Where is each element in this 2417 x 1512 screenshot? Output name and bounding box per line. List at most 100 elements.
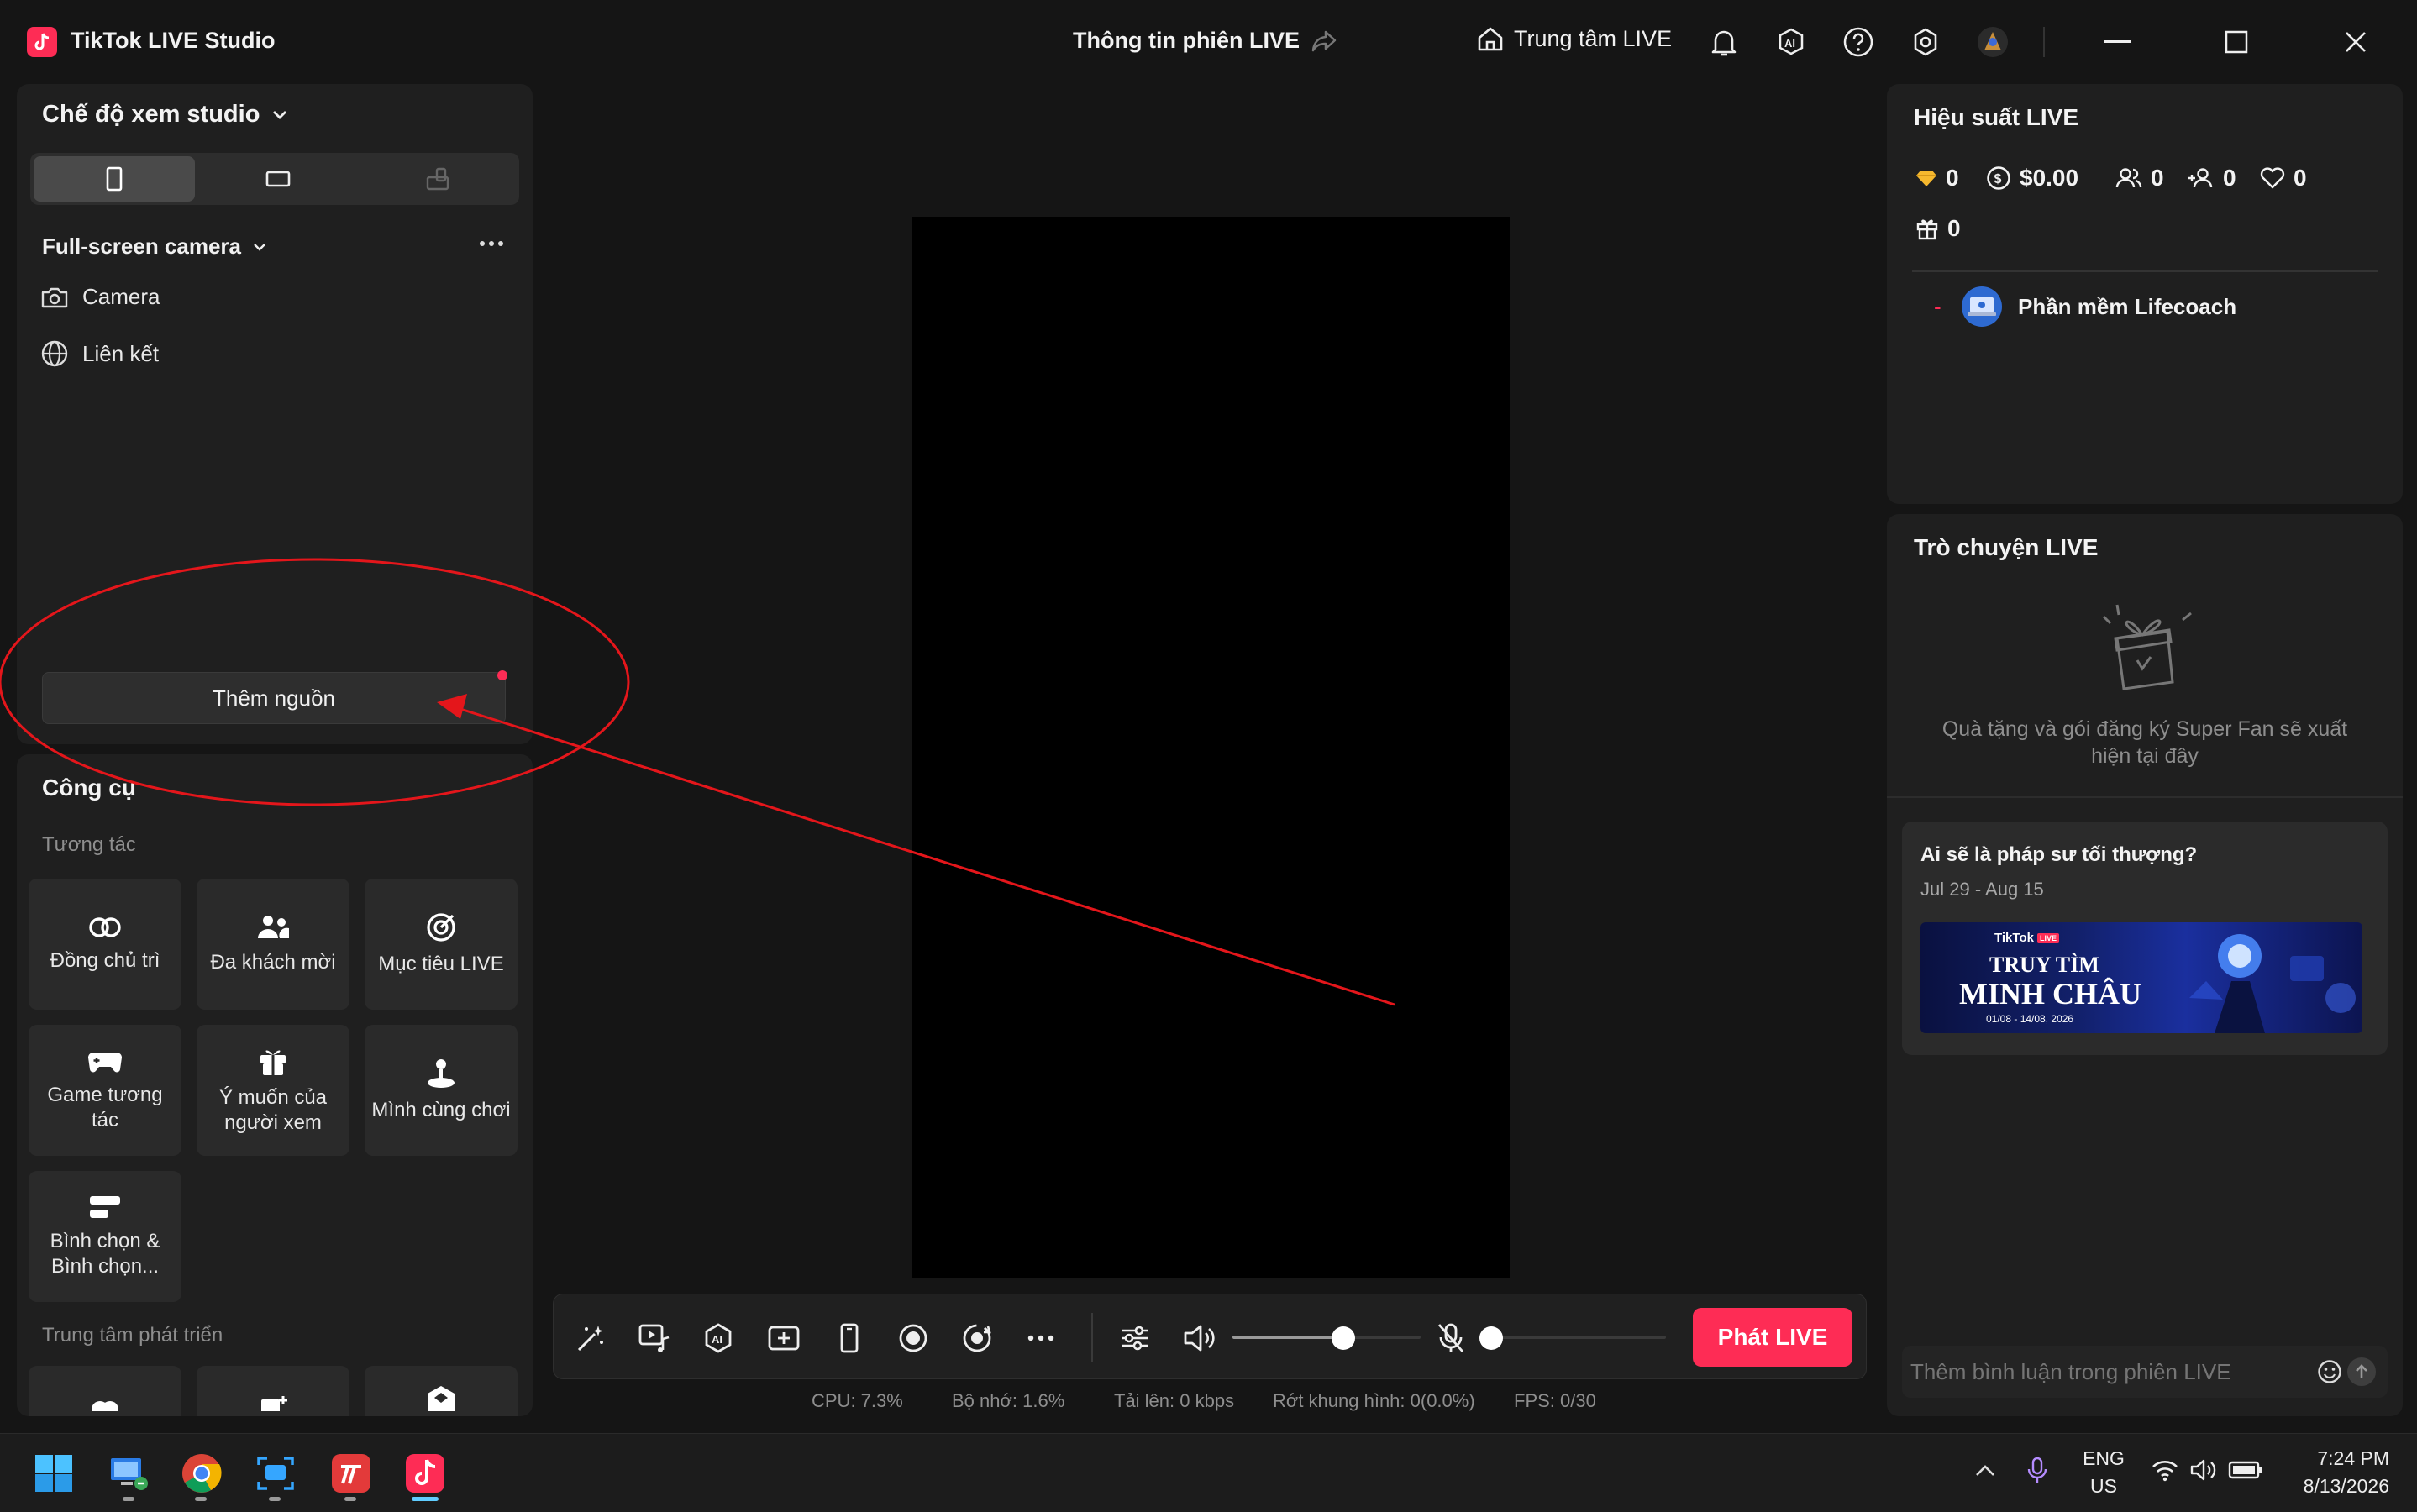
remote-desktop-icon[interactable]	[108, 1452, 151, 1495]
tool-label: Đồng chủ trì	[50, 949, 160, 972]
live-preview[interactable]	[912, 217, 1510, 1278]
tiktok-logo-icon	[27, 27, 57, 57]
screen-capture-icon[interactable]	[254, 1452, 297, 1495]
title-divider	[2043, 27, 2045, 57]
clock[interactable]: 7:24 PM 8/13/2026	[2272, 1445, 2389, 1500]
profile-avatar[interactable]	[1974, 24, 2011, 60]
landscape-mode-button[interactable]	[198, 156, 358, 202]
phone-screen-icon[interactable]	[831, 1320, 868, 1357]
emoji-icon[interactable]	[2317, 1359, 2342, 1384]
viewers-icon	[2115, 168, 2142, 188]
fps-status: FPS: 0/30	[1514, 1390, 1596, 1411]
close-icon[interactable]	[2336, 25, 2376, 59]
tool-label: Đa khách mời	[210, 951, 336, 974]
growth-icon	[261, 1396, 287, 1411]
comment-input[interactable]	[1910, 1354, 2280, 1389]
source-label: Camera	[82, 284, 160, 309]
tiktok-taskbar-icon[interactable]	[403, 1452, 447, 1495]
top-viewer-name: Phần mềm Lifecoach	[2018, 293, 2237, 319]
maximize-icon[interactable]	[2216, 25, 2257, 59]
new-followers-value: 0	[2223, 165, 2236, 191]
heart-icon	[2260, 167, 2285, 189]
svg-text:$: $	[1994, 172, 2002, 186]
top-viewer-row[interactable]: - Phần mềm Lifecoach	[1934, 286, 2236, 328]
start-menu-icon[interactable]	[32, 1452, 76, 1495]
dropped-frames-status: Rớt khung hình: 0(0.0%)	[1273, 1390, 1475, 1411]
source-item-camera[interactable]: Camera	[40, 284, 160, 310]
more-options-icon[interactable]	[479, 240, 504, 247]
tool-multi-guest[interactable]: Đa khách mời	[197, 879, 349, 1010]
control-divider	[1091, 1313, 1093, 1362]
magic-effects-icon[interactable]	[572, 1320, 609, 1357]
add-source-button[interactable]: Thêm nguồn	[42, 672, 506, 724]
speaker-icon[interactable]	[1180, 1320, 1217, 1357]
tool-poll[interactable]: Bình chọn & Bình chọn...	[29, 1171, 181, 1302]
banner-line2: MINH CHÂU	[1959, 977, 2141, 1011]
tool-play-together[interactable]: Mình cùng chơi	[365, 1025, 518, 1156]
chat-empty-text: Quà tặng và gói đăng ký Super Fan sẽ xuấ…	[1941, 717, 2348, 768]
comment-input-box[interactable]	[1902, 1346, 2388, 1398]
ai-icon[interactable]: AI	[1774, 25, 1808, 59]
send-button[interactable]	[2347, 1357, 2376, 1386]
co-host-icon	[89, 917, 121, 937]
gifts-value: 0	[1947, 215, 1961, 241]
replay-record-icon[interactable]	[959, 1320, 996, 1357]
scene-name: Full-screen camera	[42, 234, 242, 259]
tray-overflow-icon[interactable]	[1974, 1463, 1996, 1478]
clock-time: 7:24 PM	[2317, 1447, 2389, 1469]
help-icon[interactable]	[1842, 25, 1875, 59]
view-mode-dropdown[interactable]: Chế độ xem studio	[42, 101, 288, 129]
promo-card[interactable]: Ai sẽ là pháp sư tối thượng? Jul 29 - Au…	[1902, 822, 2388, 1055]
performance-panel: Hiệu suất LIVE 0 $ $0.00 0 0 0 0 - Phần …	[1887, 84, 2403, 504]
add-source-label: Thêm nguồn	[213, 685, 335, 711]
media-music-icon[interactable]	[636, 1320, 673, 1357]
slider-handle[interactable]	[1479, 1326, 1503, 1350]
control-bar: AI Phát LIVE	[553, 1294, 1867, 1379]
tool-co-host[interactable]: Đồng chủ trì	[29, 879, 181, 1010]
growth-tile[interactable]	[365, 1366, 518, 1416]
chrome-icon[interactable]	[180, 1452, 223, 1495]
gifts-stat: 0	[1915, 215, 1961, 242]
tool-viewer-wish[interactable]: Ý muốn của người xem	[197, 1025, 349, 1156]
session-title[interactable]: Thông tin phiên LIVE	[1073, 28, 1300, 54]
camera-icon	[41, 287, 68, 307]
audio-settings-icon[interactable]	[1117, 1320, 1153, 1357]
record-icon[interactable]	[895, 1320, 932, 1357]
language-indicator[interactable]: ENG US	[2080, 1445, 2127, 1500]
promo-banner[interactable]: TikTok LIVE TRUY TÌM MINH CHÂU 01/08 - 1…	[1920, 922, 2362, 1033]
mic-volume-slider[interactable]	[1479, 1326, 1666, 1350]
phone-portrait-icon	[106, 166, 123, 192]
battery-icon	[2228, 1461, 2262, 1479]
notifications-icon[interactable]	[1707, 25, 1741, 59]
go-live-button[interactable]: Phát LIVE	[1693, 1308, 1852, 1367]
growth-tile[interactable]	[29, 1366, 181, 1416]
growth-tile[interactable]	[197, 1366, 349, 1416]
banner-line1: TRUY TÌM	[1989, 953, 2099, 977]
system-tray[interactable]	[2151, 1458, 2263, 1482]
more-tools-icon[interactable]	[1022, 1320, 1059, 1357]
add-scene-icon[interactable]	[765, 1320, 802, 1357]
speaker-volume-slider[interactable]	[1232, 1326, 1421, 1350]
ai-assistant-icon[interactable]: AI	[700, 1320, 737, 1357]
tool-interactive-game[interactable]: Game tương tác	[29, 1025, 181, 1156]
cpu-status: CPU: 7.3%	[812, 1390, 903, 1411]
gift-icon	[1916, 219, 1938, 240]
portrait-mode-button[interactable]	[34, 156, 195, 202]
banner-art	[2189, 934, 2356, 1033]
tool-live-goal[interactable]: Mục tiêu LIVE	[365, 879, 518, 1010]
mic-muted-icon[interactable]	[1432, 1320, 1469, 1357]
app-red-icon[interactable]	[329, 1452, 373, 1495]
memory-status: Bộ nhớ: 1.6%	[952, 1390, 1065, 1411]
diamonds-value: 0	[1946, 165, 1959, 191]
dual-mode-button[interactable]	[360, 156, 516, 202]
settings-icon[interactable]	[1909, 25, 1942, 59]
scene-dropdown[interactable]: Full-screen camera	[42, 234, 266, 260]
share-icon[interactable]	[1311, 29, 1337, 54]
chat-title: Trò chuyện LIVE	[1914, 534, 2099, 560]
microphone-tray-icon[interactable]	[2026, 1457, 2048, 1485]
poll-icon	[90, 1196, 120, 1218]
live-center-button[interactable]: Trung tâm LIVE	[1475, 24, 1672, 54]
source-item-link[interactable]: Liên kết	[40, 339, 159, 368]
minimize-icon[interactable]	[2097, 25, 2137, 59]
slider-handle[interactable]	[1332, 1326, 1355, 1350]
